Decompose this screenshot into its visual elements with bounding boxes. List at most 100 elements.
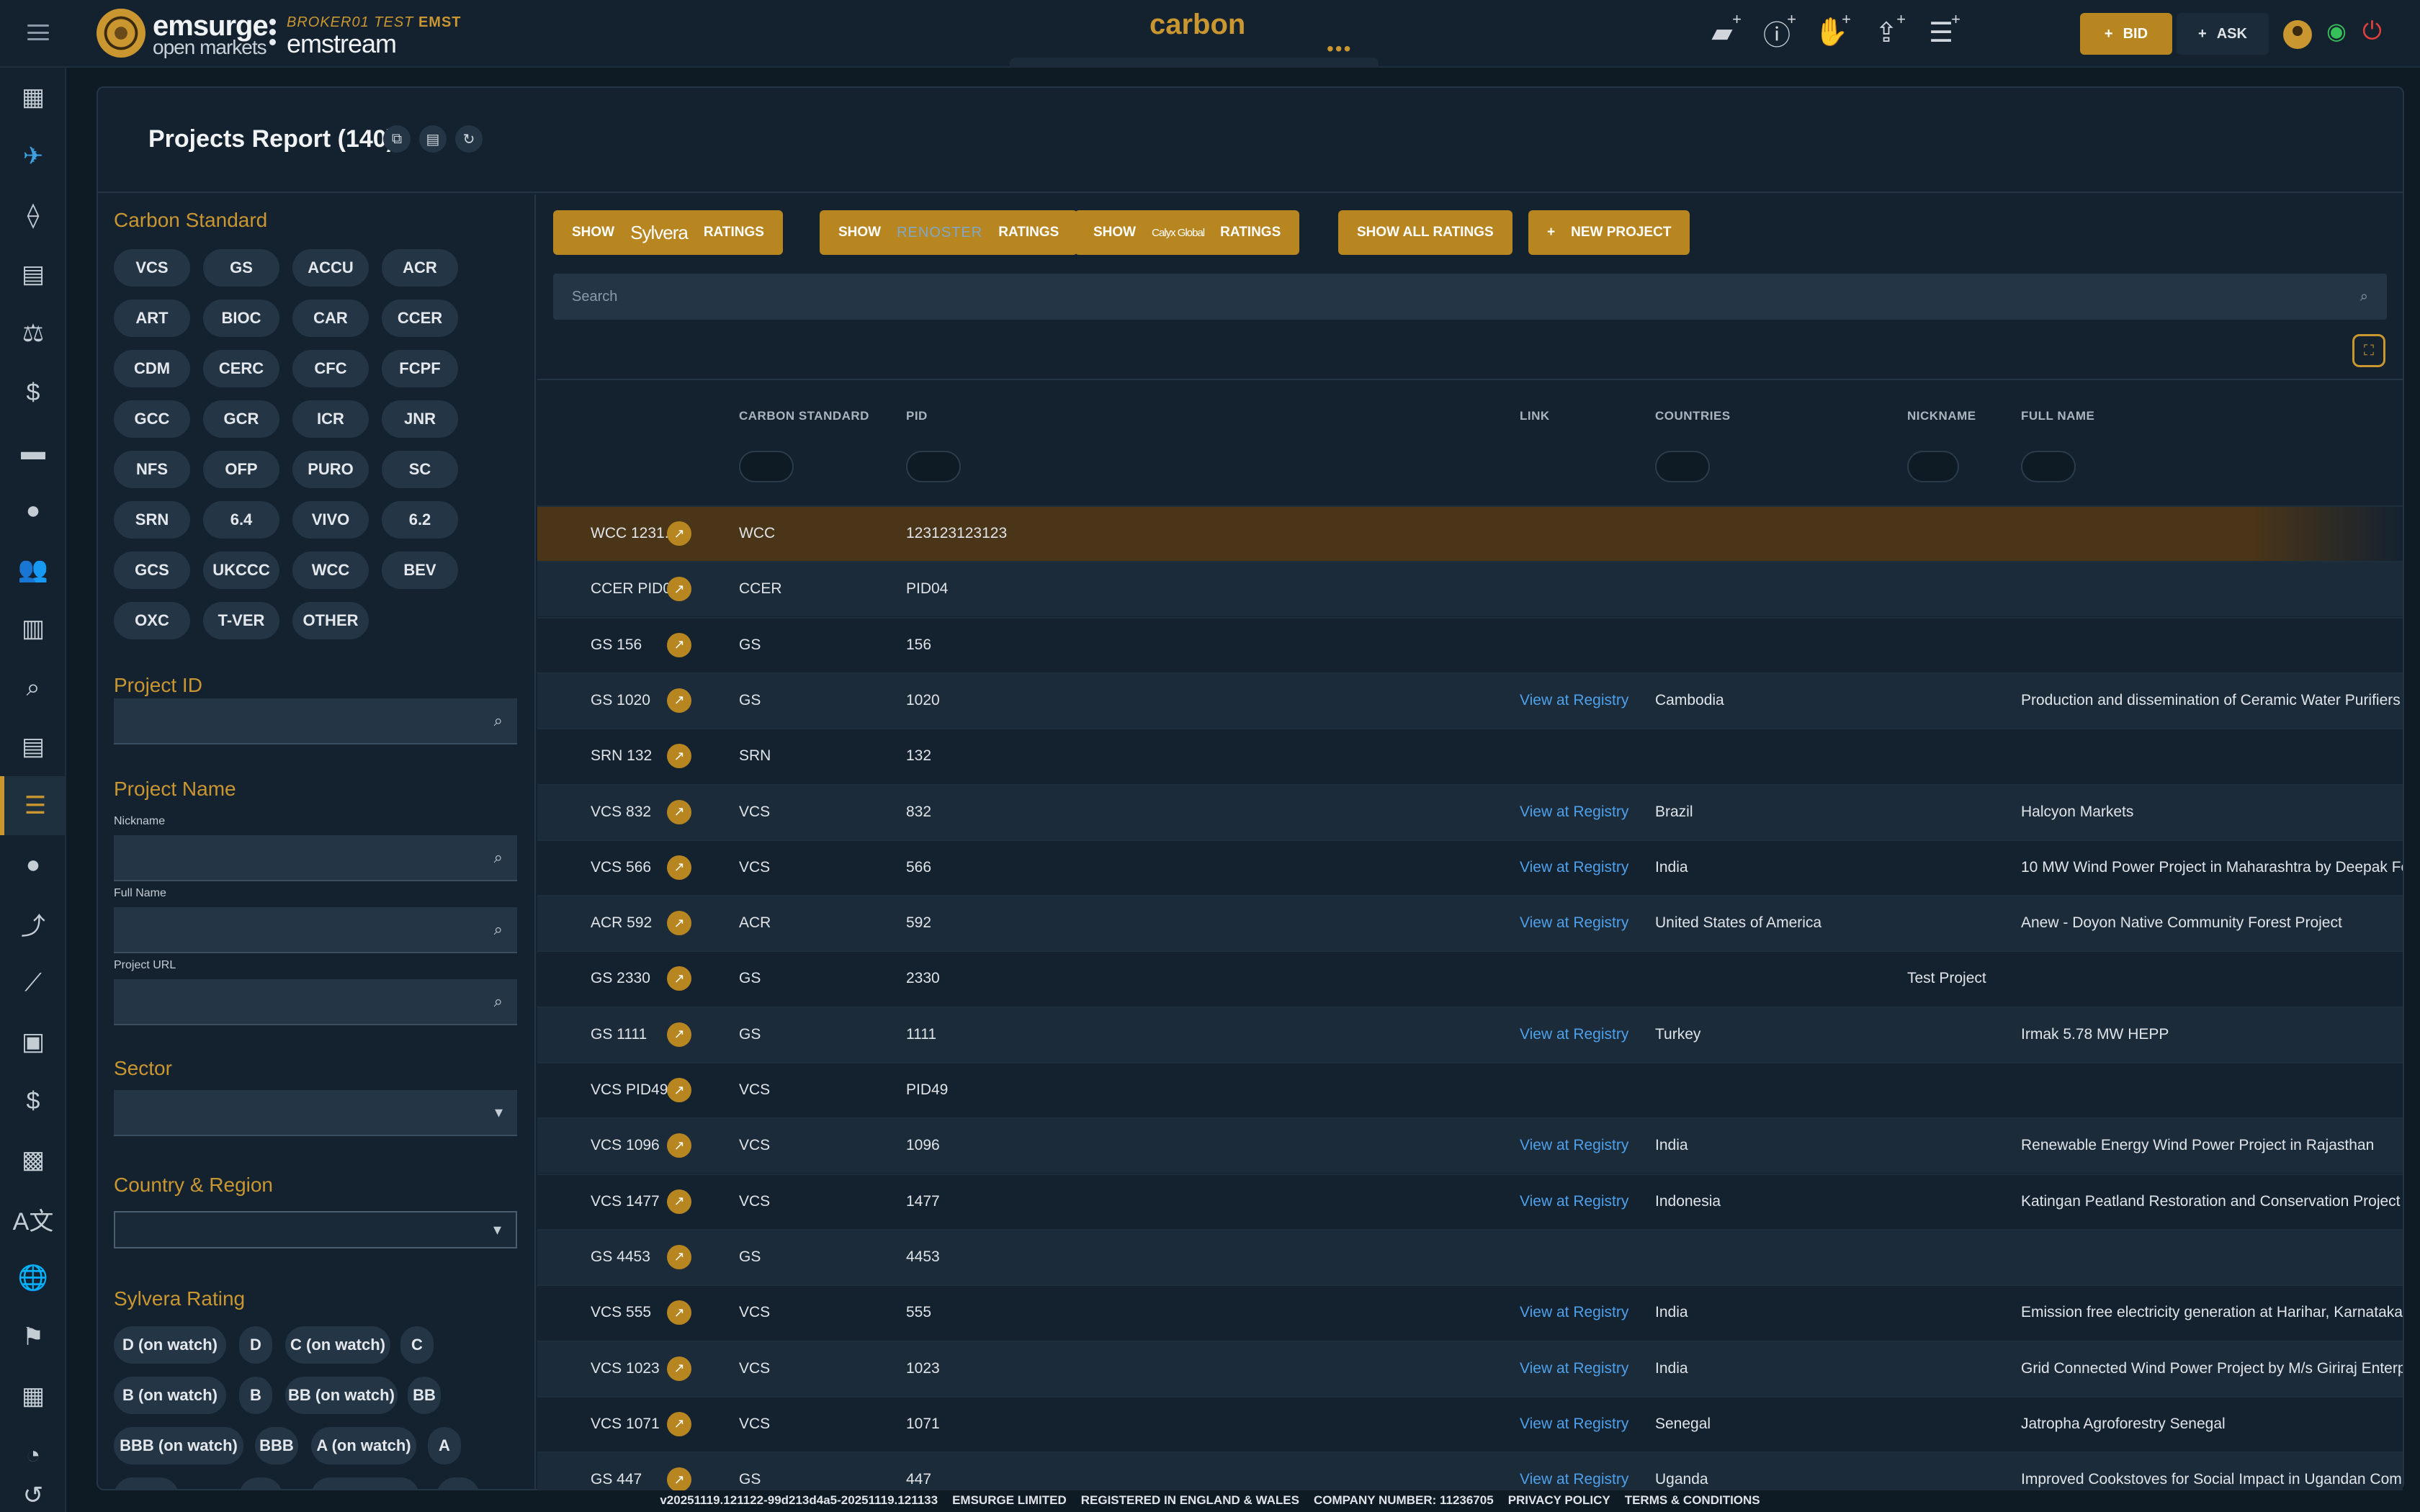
column-carbon-standard[interactable]: CARBON STANDARD: [739, 409, 869, 423]
standard-chip[interactable]: OXC: [114, 602, 190, 639]
standard-chip[interactable]: GCR: [203, 400, 279, 438]
country-region-select[interactable]: ▾: [114, 1211, 517, 1248]
airplane-icon[interactable]: ✈: [0, 127, 66, 186]
column-nickname[interactable]: NICKNAME: [1907, 409, 1976, 423]
refresh-icon[interactable]: ↻: [455, 125, 483, 153]
open-external-icon[interactable]: ↗: [667, 855, 691, 880]
standard-chip[interactable]: NFS: [114, 451, 190, 488]
table-row[interactable]: GS 156 GS 156 ↗: [537, 616, 2403, 672]
pid-filter[interactable]: [906, 451, 961, 482]
table-row[interactable]: GS 2330 GS 2330 Test Project ↗: [537, 950, 2403, 1007]
open-external-icon[interactable]: ↗: [667, 1078, 691, 1102]
row-link[interactable]: View at Registry: [1520, 1360, 1628, 1377]
standard-chip[interactable]: GCC: [114, 400, 190, 438]
standard-chip[interactable]: 6.2: [382, 501, 458, 539]
ask-button[interactable]: + ASK: [2177, 13, 2269, 55]
standard-chip[interactable]: WCC: [292, 552, 369, 589]
standard-chip[interactable]: VIVO: [292, 501, 369, 539]
sylvera-rating-chip[interactable]: C: [400, 1326, 434, 1364]
center-tab-handle[interactable]: [1010, 58, 1379, 68]
report-icon[interactable]: ▤: [0, 717, 66, 776]
show-sylvera-ratings-button[interactable]: SHOW Sylvera RATINGS: [553, 210, 783, 255]
sylvera-rating-chip[interactable]: A (on watch): [311, 1427, 416, 1464]
table-row[interactable]: VCS PID49 VCS PID49 ↗: [537, 1062, 2403, 1117]
globe-icon[interactable]: 🌐: [0, 1248, 66, 1308]
table-row[interactable]: SRN 132 SRN 132 ↗: [537, 728, 2403, 784]
row-link[interactable]: View at Registry: [1520, 1026, 1628, 1043]
open-external-icon[interactable]: ↗: [667, 966, 691, 991]
standard-chip[interactable]: BEV: [382, 552, 458, 589]
open-external-icon[interactable]: ↗: [667, 1356, 691, 1381]
speed-icon[interactable]: ◔: [0, 1426, 66, 1485]
table-row[interactable]: VCS 1477 VCS 1477 View at Registry Indonesia…: [537, 1173, 2403, 1229]
sliders-icon[interactable]: ⚖: [0, 304, 66, 363]
paste-icon[interactable]: ▤: [419, 125, 447, 153]
show-renoster-ratings-button[interactable]: SHOW RENOSTER RATINGS: [820, 210, 1078, 255]
avatar[interactable]: [2283, 20, 2312, 49]
folder-icon[interactable]: ▬: [0, 422, 66, 481]
search-input[interactable]: Search ⌕: [553, 274, 2387, 320]
standard-chip[interactable]: CFC: [292, 350, 369, 387]
column-pid[interactable]: PID: [906, 409, 928, 423]
carbon-standard-filter[interactable]: [739, 451, 794, 482]
open-external-icon[interactable]: ↗: [667, 911, 691, 936]
briefcase-icon[interactable]: ▣: [0, 1012, 66, 1071]
nickname-filter[interactable]: [1907, 451, 1959, 482]
column-link[interactable]: LINK: [1520, 409, 1550, 423]
note-add-icon[interactable]: ▤: [0, 245, 66, 304]
table-row[interactable]: GS 4453 GS 4453 ↗: [537, 1228, 2403, 1284]
open-external-icon[interactable]: ↗: [667, 521, 691, 546]
table-row[interactable]: WCC 1231... WCC 123123123123 ↗: [537, 505, 2403, 561]
sylvera-rating-chip[interactable]: BBB (on watch): [114, 1427, 243, 1464]
row-link[interactable]: View at Registry: [1520, 692, 1628, 709]
power-icon[interactable]: ⏻: [2362, 17, 2382, 45]
open-external-icon[interactable]: ↗: [667, 1411, 691, 1436]
standard-chip[interactable]: ACR: [382, 249, 458, 287]
row-link[interactable]: View at Registry: [1520, 1416, 1628, 1433]
table-row[interactable]: VCS 1071 VCS 1071 View at Registry Senegal Ja…: [537, 1395, 2403, 1452]
flag-icon[interactable]: ⚑: [0, 1308, 66, 1367]
handshake-nav-icon[interactable]: ⟠: [0, 186, 66, 245]
standard-chip[interactable]: CAR: [292, 300, 369, 337]
table-row[interactable]: VCS 832 VCS 832 View at Registry Brazil Halcy…: [537, 783, 2403, 840]
standard-chip[interactable]: ACCU: [292, 249, 369, 287]
open-external-icon[interactable]: ↗: [667, 1022, 691, 1047]
table-row[interactable]: VCS 555 VCS 555 View at Registry India Emissi…: [537, 1284, 2403, 1341]
standard-chip[interactable]: T-VER: [203, 602, 279, 639]
privacy-policy-link[interactable]: PRIVACY POLICY: [1508, 1493, 1610, 1512]
standard-chip[interactable]: ICR: [292, 400, 369, 438]
standard-chip[interactable]: 6.4: [203, 501, 279, 539]
standard-chip[interactable]: GS: [203, 249, 279, 287]
open-external-icon[interactable]: ↗: [667, 1189, 691, 1214]
fullscreen-icon[interactable]: ⛶: [2352, 334, 2385, 367]
sylvera-rating-chip-partial[interactable]: [436, 1477, 480, 1490]
standard-chip[interactable]: SC: [382, 451, 458, 488]
standard-chip[interactable]: CCER: [382, 300, 458, 337]
sylvera-rating-chip[interactable]: B (on watch): [114, 1377, 226, 1414]
table-row[interactable]: VCS 1096 VCS 1096 View at Registry India Rene…: [537, 1117, 2403, 1174]
info-nav-icon[interactable]: ●: [0, 481, 66, 540]
menu-icon[interactable]: [27, 22, 49, 43]
standard-chip[interactable]: BIOC: [203, 300, 279, 337]
row-link[interactable]: View at Registry: [1520, 914, 1628, 932]
standard-chip[interactable]: OTHER: [292, 602, 369, 639]
sylvera-rating-chip[interactable]: C (on watch): [285, 1326, 390, 1364]
grid-icon[interactable]: ▦: [0, 1367, 66, 1426]
trend-icon[interactable]: ⤴: [0, 894, 66, 953]
standard-chip[interactable]: SRN: [114, 501, 190, 539]
table-row[interactable]: CCER PID04 CCER PID04 ↗: [537, 561, 2403, 617]
standard-chip[interactable]: CDM: [114, 350, 190, 387]
open-external-icon[interactable]: ↗: [667, 744, 691, 769]
sylvera-rating-chip[interactable]: BBB: [255, 1427, 298, 1464]
dollar-icon[interactable]: $: [0, 1071, 66, 1130]
bubbles-icon[interactable]: ●: [0, 835, 66, 894]
standard-chip[interactable]: PURO: [292, 451, 369, 488]
row-link[interactable]: View at Registry: [1520, 1471, 1628, 1488]
projects-list-icon[interactable]: ☰: [0, 776, 66, 835]
standard-chip[interactable]: ART: [114, 300, 190, 337]
open-external-icon[interactable]: ↗: [667, 1300, 691, 1326]
row-link[interactable]: View at Registry: [1520, 1137, 1628, 1154]
standard-chip[interactable]: OFP: [203, 451, 279, 488]
bar-chart-icon[interactable]: ▩: [0, 1130, 66, 1189]
standard-chip[interactable]: JNR: [382, 400, 458, 438]
